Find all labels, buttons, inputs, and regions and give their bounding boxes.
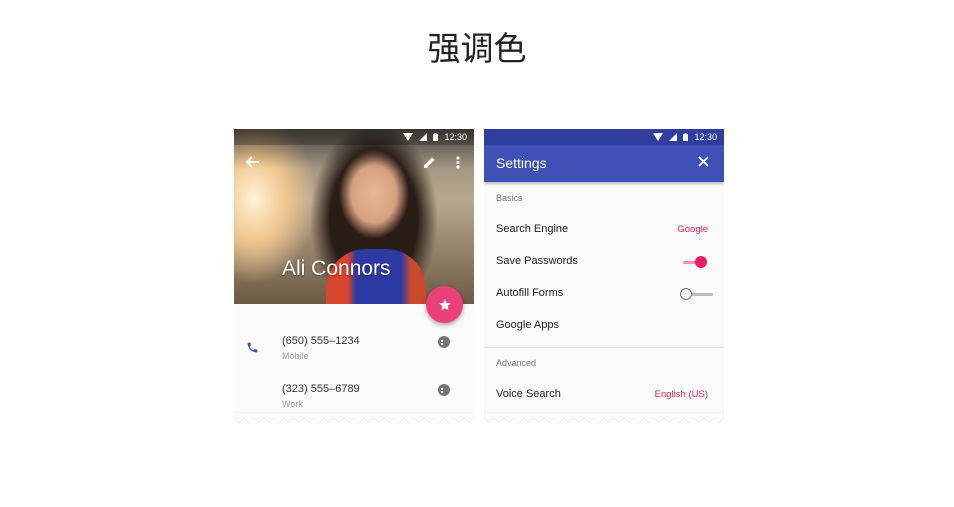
setting-search-engine[interactable]: Search Engine Google (496, 223, 712, 237)
toggle-off-switch[interactable] (680, 288, 692, 300)
contact-name: Ali Connors (282, 257, 391, 280)
hangouts-icon[interactable] (438, 384, 450, 396)
setting-value: English (US) (654, 389, 708, 400)
status-time: 12:30 (444, 132, 467, 142)
setting-voice-search[interactable]: Voice Search English (US) (496, 388, 712, 402)
wifi-icon (403, 133, 414, 141)
torn-edge (484, 412, 724, 424)
setting-label: Voice Search (496, 388, 561, 400)
setting-label: Google Apps (496, 319, 559, 331)
status-bar: 12:30 (234, 129, 474, 145)
settings-screen: 12:30 Settings Basics Search Engine Goog… (484, 129, 724, 418)
setting-save-passwords[interactable]: Save Passwords (496, 255, 712, 269)
contact-screen: Ali Connors 12:30 (650) 555–1234 Mobile … (234, 129, 474, 418)
hangouts-icon[interactable] (438, 336, 450, 348)
favorite-fab-button[interactable] (426, 286, 463, 323)
toggle-on-switch[interactable] (695, 256, 707, 268)
more-vert-icon[interactable] (456, 156, 460, 172)
page-title: 强调色 (427, 29, 527, 68)
wifi-icon (653, 133, 664, 141)
section-label-advanced: Advanced (496, 358, 537, 368)
torn-edge (234, 412, 474, 424)
status-bar: 12:30 (484, 129, 724, 145)
section-divider (484, 347, 724, 348)
setting-label: Save Passwords (496, 255, 578, 267)
contact-photo: Ali Connors (234, 129, 474, 304)
toggle-track (691, 293, 713, 296)
star-icon (438, 298, 451, 310)
status-time: 12:30 (694, 132, 717, 142)
setting-label: Search Engine (496, 223, 569, 235)
settings-title: Settings (496, 155, 547, 171)
signal-icon (669, 133, 678, 141)
back-arrow-icon[interactable] (245, 156, 259, 171)
phone-type: Mobile (282, 351, 309, 361)
phone-type: Work (282, 399, 303, 409)
close-icon[interactable] (698, 154, 709, 171)
battery-icon (683, 133, 689, 141)
setting-google-apps[interactable]: Google Apps (496, 319, 712, 333)
phone-number: (323) 555–6789 (282, 383, 360, 395)
edit-pencil-icon[interactable] (423, 156, 436, 172)
app-bar: 12:30 Settings (484, 129, 724, 182)
setting-value: Google (677, 224, 708, 235)
setting-autofill-forms[interactable]: Autofill Forms (496, 287, 713, 301)
section-label-basics: Basics (496, 193, 523, 203)
setting-label: Autofill Forms (496, 287, 564, 299)
phone-number: (650) 555–1234 (282, 335, 360, 347)
battery-icon (433, 133, 439, 141)
signal-icon (419, 133, 428, 141)
phone-icon (247, 342, 258, 353)
phone-row-mobile[interactable]: (650) 555–1234 Mobile (234, 335, 474, 375)
